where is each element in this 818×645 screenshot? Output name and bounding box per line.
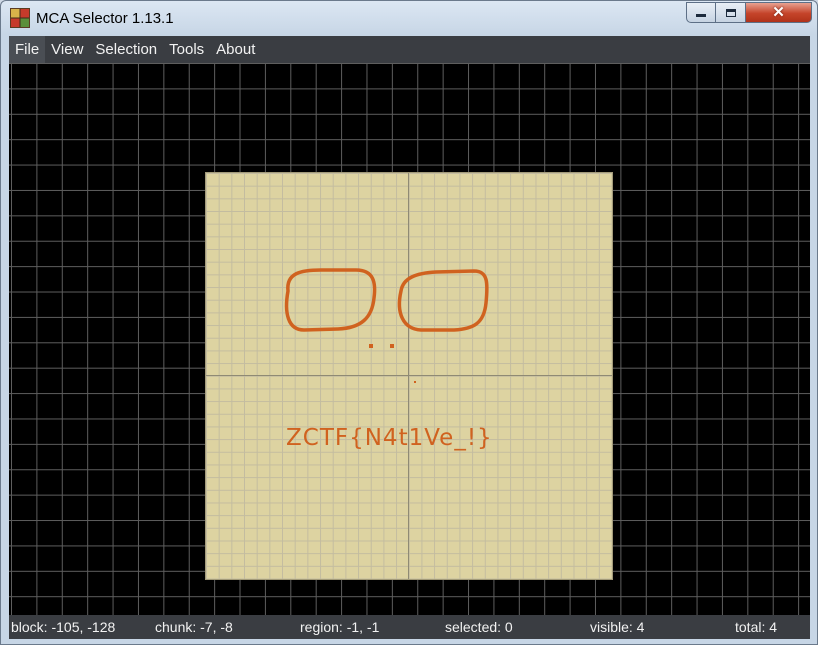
menu-tools[interactable]: Tools [163, 36, 210, 63]
client-area: File View Selection Tools About ZCTF{N4t… [9, 36, 810, 639]
maximize-icon [725, 8, 736, 17]
world-map-canvas[interactable]: ZCTF{N4t1Ve_!} [9, 63, 810, 615]
dot-right [390, 344, 394, 348]
window-title: MCA Selector 1.13.1 [36, 10, 174, 27]
status-selected: selected: 0 [445, 619, 513, 635]
app-logo-icon [10, 8, 30, 28]
status-visible: visible: 4 [590, 619, 645, 635]
title-bar[interactable]: MCA Selector 1.13.1 ✕ [1, 1, 817, 36]
status-total: total: 4 [735, 619, 778, 635]
status-block: block: -105, -128 [11, 619, 116, 635]
menu-view[interactable]: View [45, 36, 89, 63]
dot-small [414, 381, 416, 383]
status-chunk: chunk: -7, -8 [155, 619, 233, 635]
close-button[interactable]: ✕ [746, 2, 812, 23]
status-region: region: -1, -1 [300, 619, 380, 635]
minimize-icon [696, 14, 706, 17]
left-loop-shape [284, 268, 377, 332]
menu-bar: File View Selection Tools About [9, 36, 810, 63]
menu-file[interactable]: File [9, 36, 46, 63]
menu-selection[interactable]: Selection [89, 36, 163, 63]
dot-left [369, 344, 373, 348]
right-loop-shape [397, 269, 489, 332]
status-bar: block: -105, -128 chunk: -7, -8 region: … [9, 615, 810, 639]
flag-text: ZCTF{N4t1Ve_!} [286, 425, 493, 451]
minimize-button[interactable] [686, 2, 716, 23]
region-tile[interactable]: ZCTF{N4t1Ve_!} [206, 173, 612, 579]
menu-about[interactable]: About [210, 36, 261, 63]
map-drawing [284, 268, 489, 383]
app-window: MCA Selector 1.13.1 ✕ File View Selectio… [0, 0, 818, 645]
maximize-button[interactable] [716, 2, 746, 23]
close-icon: ✕ [772, 4, 785, 21]
